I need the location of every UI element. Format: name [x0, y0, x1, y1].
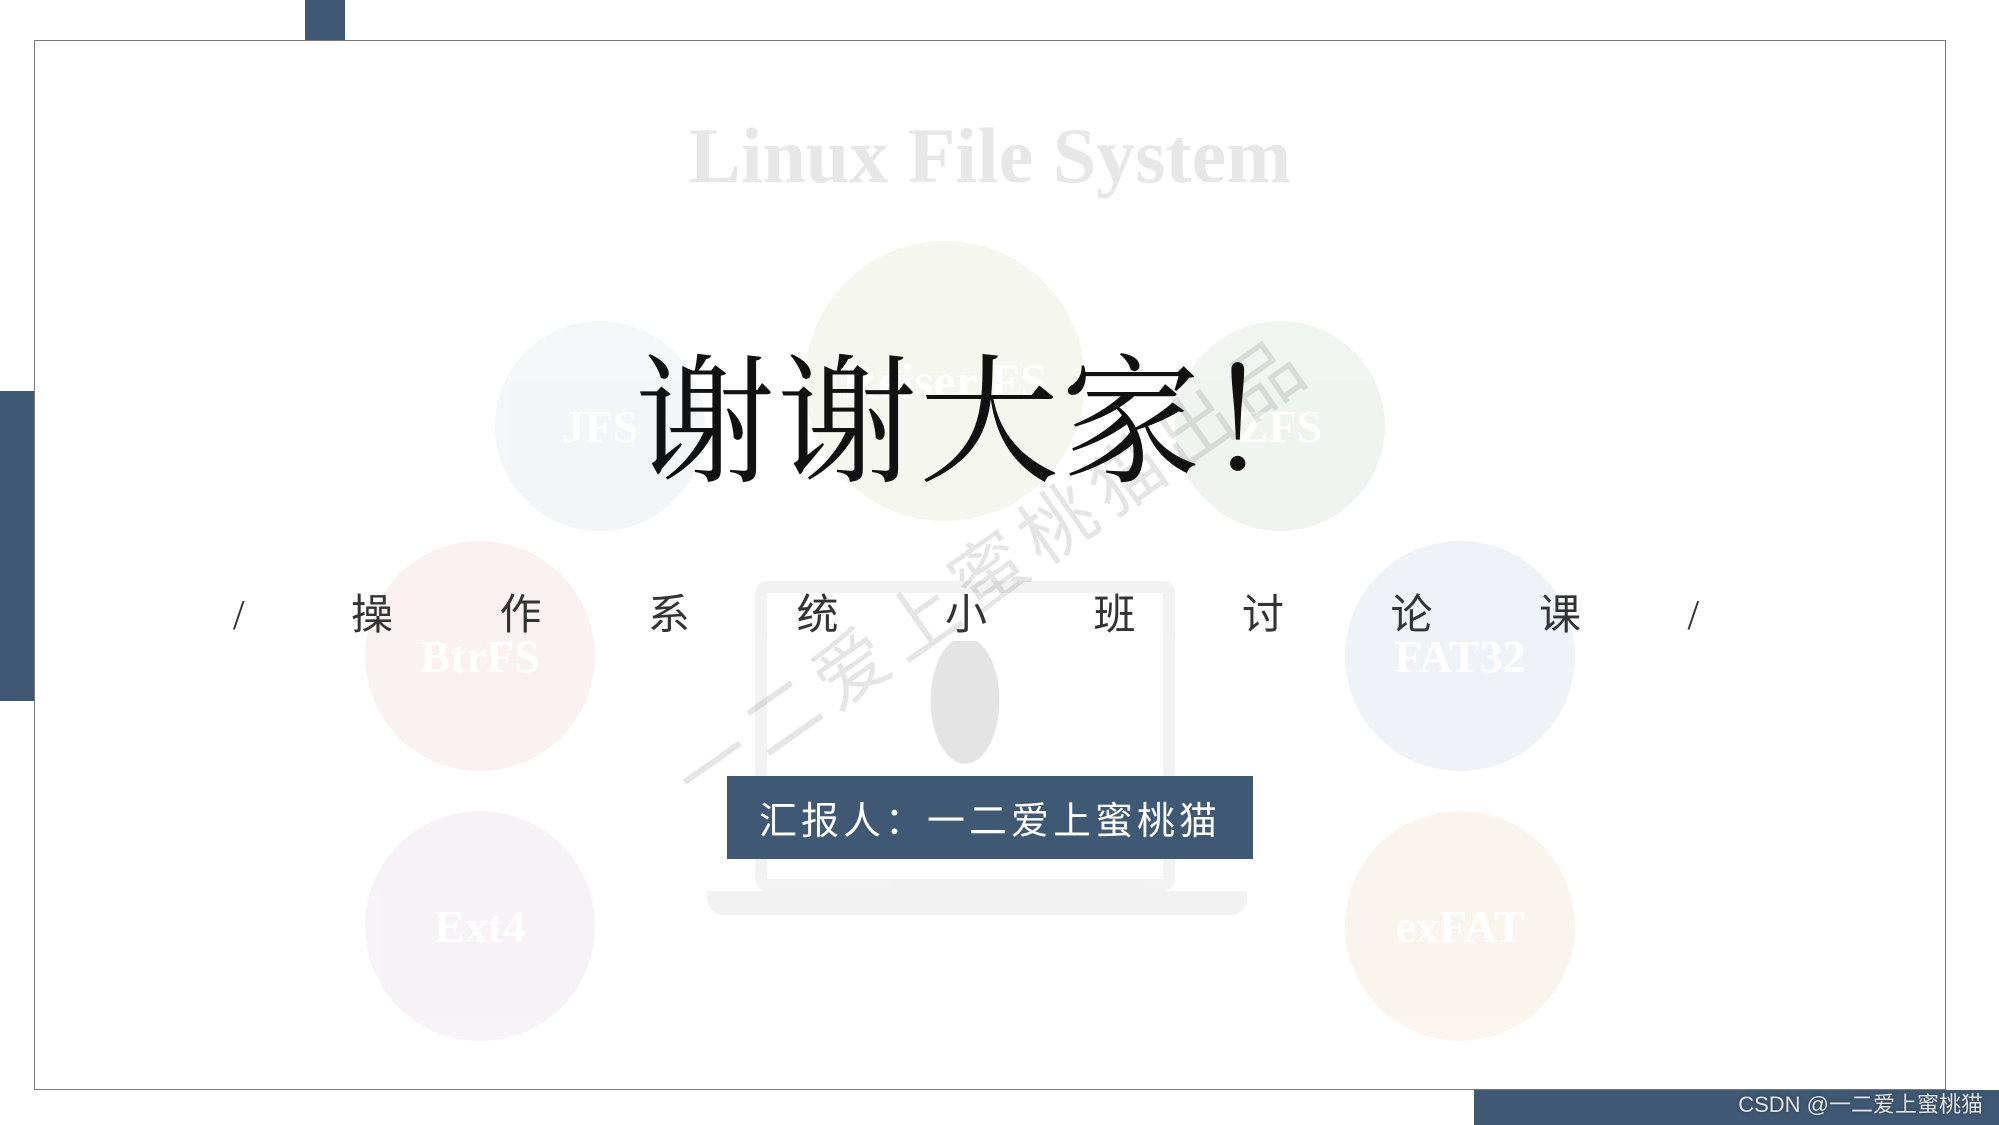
slide-stage: Linux File System JFS Reiser FS ZFS BtrF…	[0, 0, 1999, 1125]
slide-frame: Linux File System JFS Reiser FS ZFS BtrF…	[34, 40, 1946, 1090]
bg-circle-btrfs: BtrFS	[365, 541, 595, 771]
bg-circle-fat32: FAT32	[1345, 541, 1575, 771]
decoration-middle-left	[0, 391, 34, 701]
slide-main-title: 谢谢大家！	[35, 311, 1945, 512]
bg-circle-exfat: exFAT	[1345, 811, 1575, 1041]
presenter-label: 汇报人：一二爱上蜜桃猫	[727, 776, 1253, 859]
decoration-top-left	[305, 0, 345, 40]
bg-circle-ext4: Ext4	[365, 811, 595, 1041]
footer-credit: CSDN @一二爱上蜜桃猫	[1738, 1087, 1983, 1119]
slide-subtitle: / 操 作 系 统 小 班 讨 论 课 /	[35, 581, 1945, 642]
background-title: Linux File System	[35, 111, 1945, 201]
